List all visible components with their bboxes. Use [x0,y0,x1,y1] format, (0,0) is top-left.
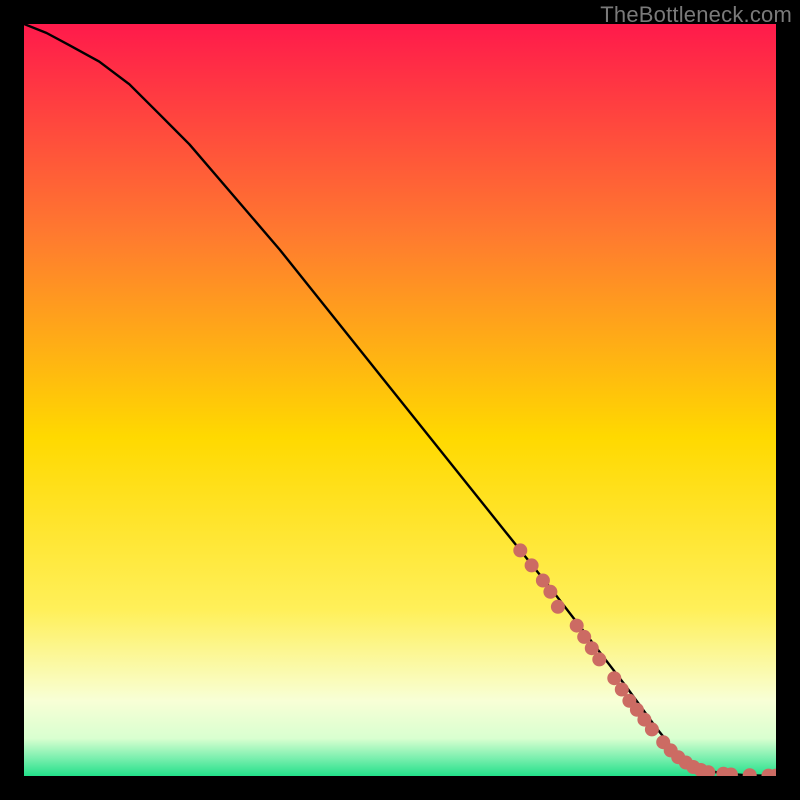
marker-dot [525,558,539,572]
marker-dot [592,652,606,666]
chart-svg [24,24,776,776]
marker-dot [543,585,557,599]
chart-frame: TheBottleneck.com [0,0,800,800]
marker-dot [645,722,659,736]
marker-dot [513,543,527,557]
plot-area [24,24,776,776]
marker-dot [551,600,565,614]
